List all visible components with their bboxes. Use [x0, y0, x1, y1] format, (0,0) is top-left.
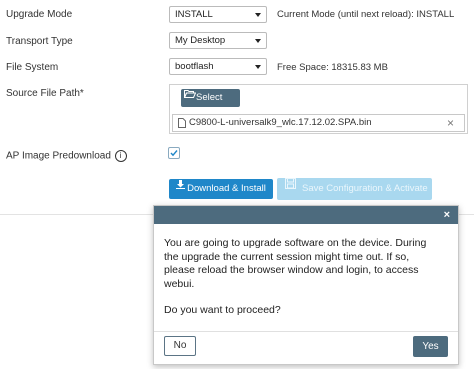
download-install-label: Download & Install: [187, 183, 266, 194]
upgrade-mode-select[interactable]: INSTALL: [169, 6, 267, 23]
select-file-button[interactable]: Select File: [181, 87, 240, 121]
transport-type-value: My Desktop: [175, 35, 226, 46]
dialog-message-line: webui.: [164, 277, 195, 290]
file-upload-panel: Select File C9800-L-universalk9_wlc.17.1…: [169, 84, 468, 134]
transport-type-label: Transport Type: [6, 36, 73, 47]
chevron-down-icon: [255, 13, 261, 17]
file-system-value: bootflash: [175, 61, 214, 72]
checkmark-icon: [170, 150, 178, 157]
free-space-note: Free Space: 18315.83 MB: [277, 62, 388, 73]
info-icon[interactable]: i: [114, 150, 127, 162]
upgrade-mode-value: INSTALL: [175, 9, 213, 20]
upgrade-mode-label: Upgrade Mode: [6, 9, 73, 20]
dialog-footer-divider: [154, 331, 458, 332]
ap-predownload-label: AP Image Predownload i: [6, 150, 127, 162]
current-mode-note: Current Mode (until next reload): INSTAL…: [277, 9, 455, 20]
dialog-message-line: the upgrade the current session might ti…: [164, 250, 410, 263]
save-activate-button[interactable]: Save Configuration & Activate: [277, 178, 432, 200]
transport-type-select[interactable]: My Desktop: [169, 32, 267, 49]
dialog-message-line: You are going to upgrade software on the…: [164, 237, 427, 249]
file-system-label: File System: [6, 62, 59, 73]
dialog-question: Do you want to proceed?: [164, 304, 281, 316]
no-button[interactable]: No: [164, 336, 196, 356]
file-system-select[interactable]: bootflash: [169, 58, 267, 75]
save-icon: [285, 176, 296, 198]
dialog-header: ×: [154, 206, 458, 224]
save-activate-label: Save Configuration & Activate: [302, 183, 428, 194]
folder-open-icon: [183, 87, 197, 105]
confirm-dialog: × You are going to upgrade software on t…: [153, 205, 459, 365]
selected-filename: C9800-L-universalk9_wlc.17.12.02.SPA.bin: [189, 117, 372, 128]
chevron-down-icon: [255, 65, 261, 69]
dialog-message-line: please reload the browser window and log…: [164, 264, 419, 276]
source-file-path-label: Source File Path*: [6, 88, 84, 99]
clear-file-icon[interactable]: ×: [447, 116, 454, 130]
download-install-button[interactable]: Download & Install: [169, 179, 273, 199]
close-icon[interactable]: ×: [444, 208, 450, 222]
file-icon: [178, 118, 186, 131]
ap-predownload-checkbox[interactable]: [168, 147, 180, 159]
ap-predownload-label-text: AP Image Predownload: [6, 150, 111, 162]
dialog-message: You are going to upgrade software on the…: [154, 224, 458, 318]
yes-button[interactable]: Yes: [413, 336, 448, 357]
download-icon: [176, 177, 186, 197]
chevron-down-icon: [255, 39, 261, 43]
selected-file-field[interactable]: C9800-L-universalk9_wlc.17.12.02.SPA.bin…: [172, 114, 465, 132]
